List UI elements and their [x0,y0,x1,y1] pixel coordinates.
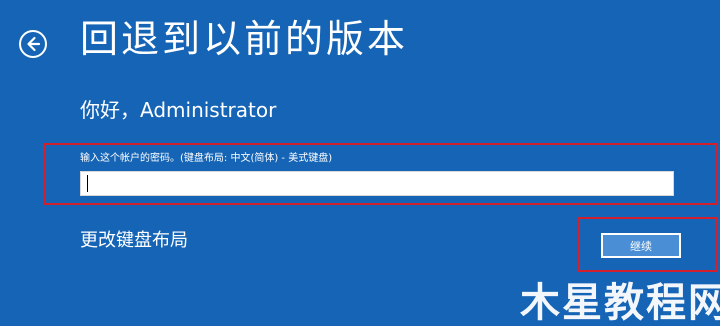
password-label: 输入这个帐户的密码。(键盘布局: 中文(简体) - 美式键盘) [80,153,333,164]
greeting-text: 你好，Administrator [80,98,277,122]
password-input[interactable] [80,171,674,196]
text-caret [87,175,88,192]
back-arrow-icon [19,30,47,58]
continue-button[interactable]: 继续 [601,233,681,258]
back-button[interactable] [18,29,48,59]
watermark-logo: 木星教程网 [520,280,720,326]
page-title: 回退到以前的版本 [80,17,409,61]
change-keyboard-layout-link[interactable]: 更改键盘布局 [80,229,188,253]
